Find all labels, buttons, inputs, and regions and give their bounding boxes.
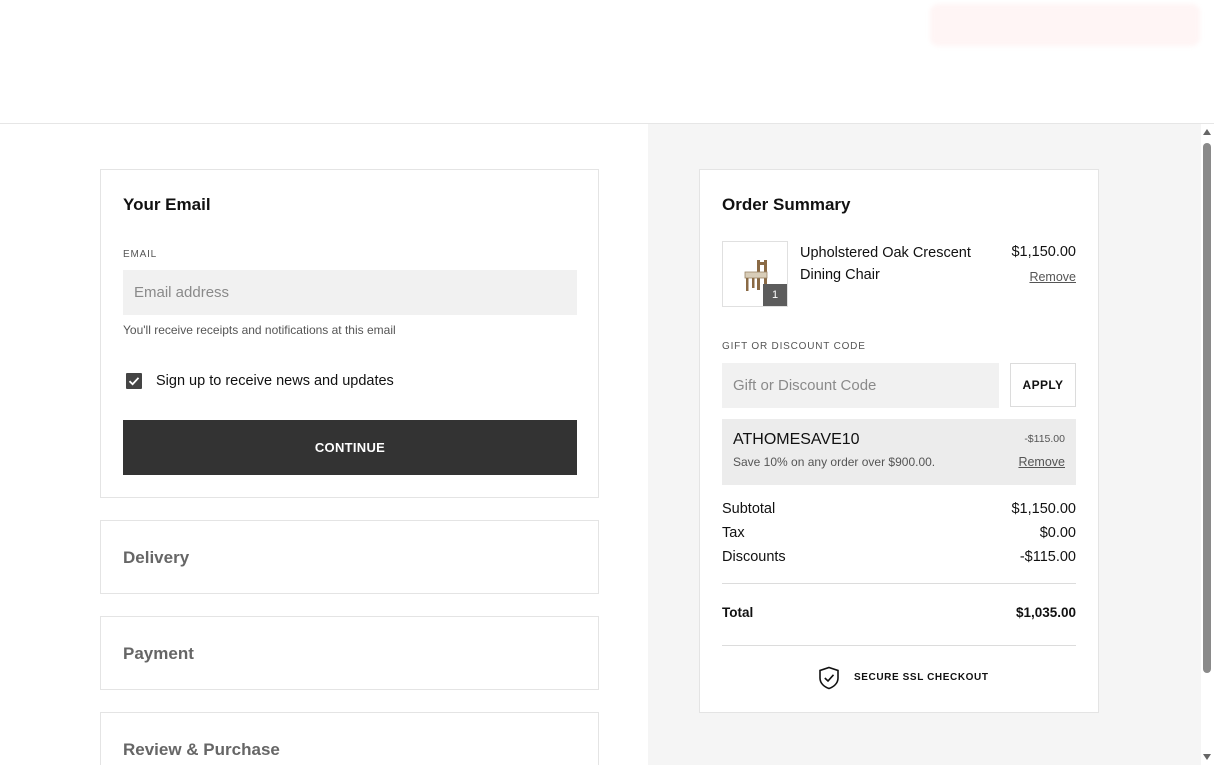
delivery-step-card[interactable]: Delivery bbox=[100, 520, 599, 594]
email-hint: You'll receive receipts and notification… bbox=[123, 323, 396, 337]
apply-button[interactable]: APPLY bbox=[1010, 363, 1076, 407]
summary-divider bbox=[722, 645, 1076, 646]
remove-promo-link[interactable]: Remove bbox=[1018, 455, 1065, 469]
total-value: $1,035.00 bbox=[1015, 605, 1076, 620]
discounts-label: Discounts bbox=[722, 549, 786, 565]
checkout-steps-panel: Your Email EMAIL You'll receive receipts… bbox=[0, 124, 648, 765]
quantity-badge: 1 bbox=[763, 284, 787, 306]
discounts-value: -$115.00 bbox=[1019, 549, 1076, 565]
scroll-up-arrow-icon[interactable] bbox=[1203, 129, 1211, 135]
header-blurred-banner bbox=[930, 4, 1200, 46]
tax-value: $0.00 bbox=[1039, 525, 1076, 541]
review-step-title: Review & Purchase bbox=[123, 740, 280, 759]
summary-divider bbox=[722, 583, 1076, 584]
scroll-down-arrow-icon[interactable] bbox=[1203, 754, 1211, 760]
remove-item-link[interactable]: Remove bbox=[1029, 270, 1076, 284]
newsletter-label[interactable]: Sign up to receive news and updates bbox=[156, 373, 394, 389]
subtotal-label: Subtotal bbox=[722, 501, 776, 517]
payment-step-title: Payment bbox=[123, 644, 194, 663]
product-price: $1,150.00 bbox=[1011, 244, 1076, 260]
email-field[interactable] bbox=[123, 270, 577, 315]
delivery-step-title: Delivery bbox=[123, 548, 190, 567]
discount-code-input[interactable] bbox=[722, 363, 999, 408]
product-thumbnail: 1 bbox=[722, 241, 788, 307]
continue-button[interactable]: CONTINUE bbox=[123, 420, 577, 475]
newsletter-checkbox[interactable] bbox=[126, 373, 142, 389]
email-step-card: Your Email EMAIL You'll receive receipts… bbox=[100, 169, 599, 498]
promo-description: Save 10% on any order over $900.00. bbox=[733, 455, 936, 469]
discount-code-label: GIFT OR DISCOUNT CODE bbox=[722, 341, 866, 352]
applied-promo: ATHOMESAVE10 -$115.00 Save 10% on any or… bbox=[722, 419, 1076, 485]
email-step-title: Your Email bbox=[123, 195, 211, 214]
product-name: Upholstered Oak Crescent Dining Chair bbox=[800, 245, 971, 283]
order-summary-panel: Order Summary 1 Upholstered Oak Crescent… bbox=[648, 124, 1201, 765]
order-summary-title: Order Summary bbox=[722, 195, 851, 214]
checkmark-icon bbox=[128, 377, 140, 386]
scrollbar-thumb[interactable] bbox=[1203, 143, 1211, 673]
email-field-label: EMAIL bbox=[123, 249, 158, 260]
promo-code: ATHOMESAVE10 bbox=[733, 431, 860, 448]
order-summary-card: Order Summary 1 Upholstered Oak Crescent… bbox=[699, 169, 1099, 713]
shield-check-icon bbox=[819, 666, 839, 690]
total-label: Total bbox=[722, 605, 754, 620]
top-header bbox=[0, 0, 1214, 124]
secure-checkout-label: SECURE SSL CHECKOUT bbox=[854, 672, 989, 683]
promo-amount: -$115.00 bbox=[1024, 433, 1065, 445]
page-scrollbar[interactable] bbox=[1201, 124, 1214, 765]
tax-label: Tax bbox=[722, 525, 745, 541]
review-step-card[interactable]: Review & Purchase bbox=[100, 712, 599, 765]
payment-step-card[interactable]: Payment bbox=[100, 616, 599, 690]
subtotal-value: $1,150.00 bbox=[1011, 501, 1076, 517]
